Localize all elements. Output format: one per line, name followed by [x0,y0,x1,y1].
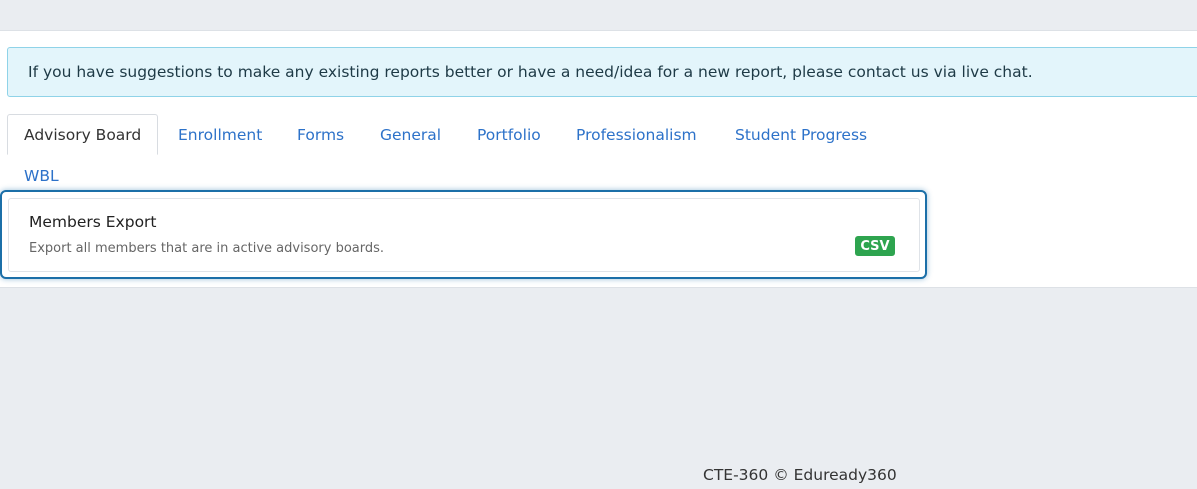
tab-general[interactable]: General [380,114,441,155]
report-title: Members Export [29,213,157,231]
report-item-members-export[interactable]: Members Export Export all members that a… [8,198,920,272]
suggestion-alert: If you have suggestions to make any exis… [7,47,1197,97]
alert-message: If you have suggestions to make any exis… [28,63,1033,81]
tab-student-progress[interactable]: Student Progress [735,114,867,155]
report-description: Export all members that are in active ad… [29,241,385,256]
tab-forms[interactable]: Forms [297,114,344,155]
footer-copyright: CTE-360 © Eduready360 [703,466,897,484]
tab-portfolio[interactable]: Portfolio [477,114,541,155]
report-item-focused[interactable]: Members Export Export all members that a… [0,190,927,279]
tab-professionalism[interactable]: Professionalism [576,114,697,155]
csv-format-badge: CSV [855,236,895,256]
tab-enrollment[interactable]: Enrollment [178,114,262,155]
reports-card: If you have suggestions to make any exis… [0,30,1197,288]
tab-advisory-board[interactable]: Advisory Board [7,114,159,155]
page-header-strip [0,0,1197,30]
